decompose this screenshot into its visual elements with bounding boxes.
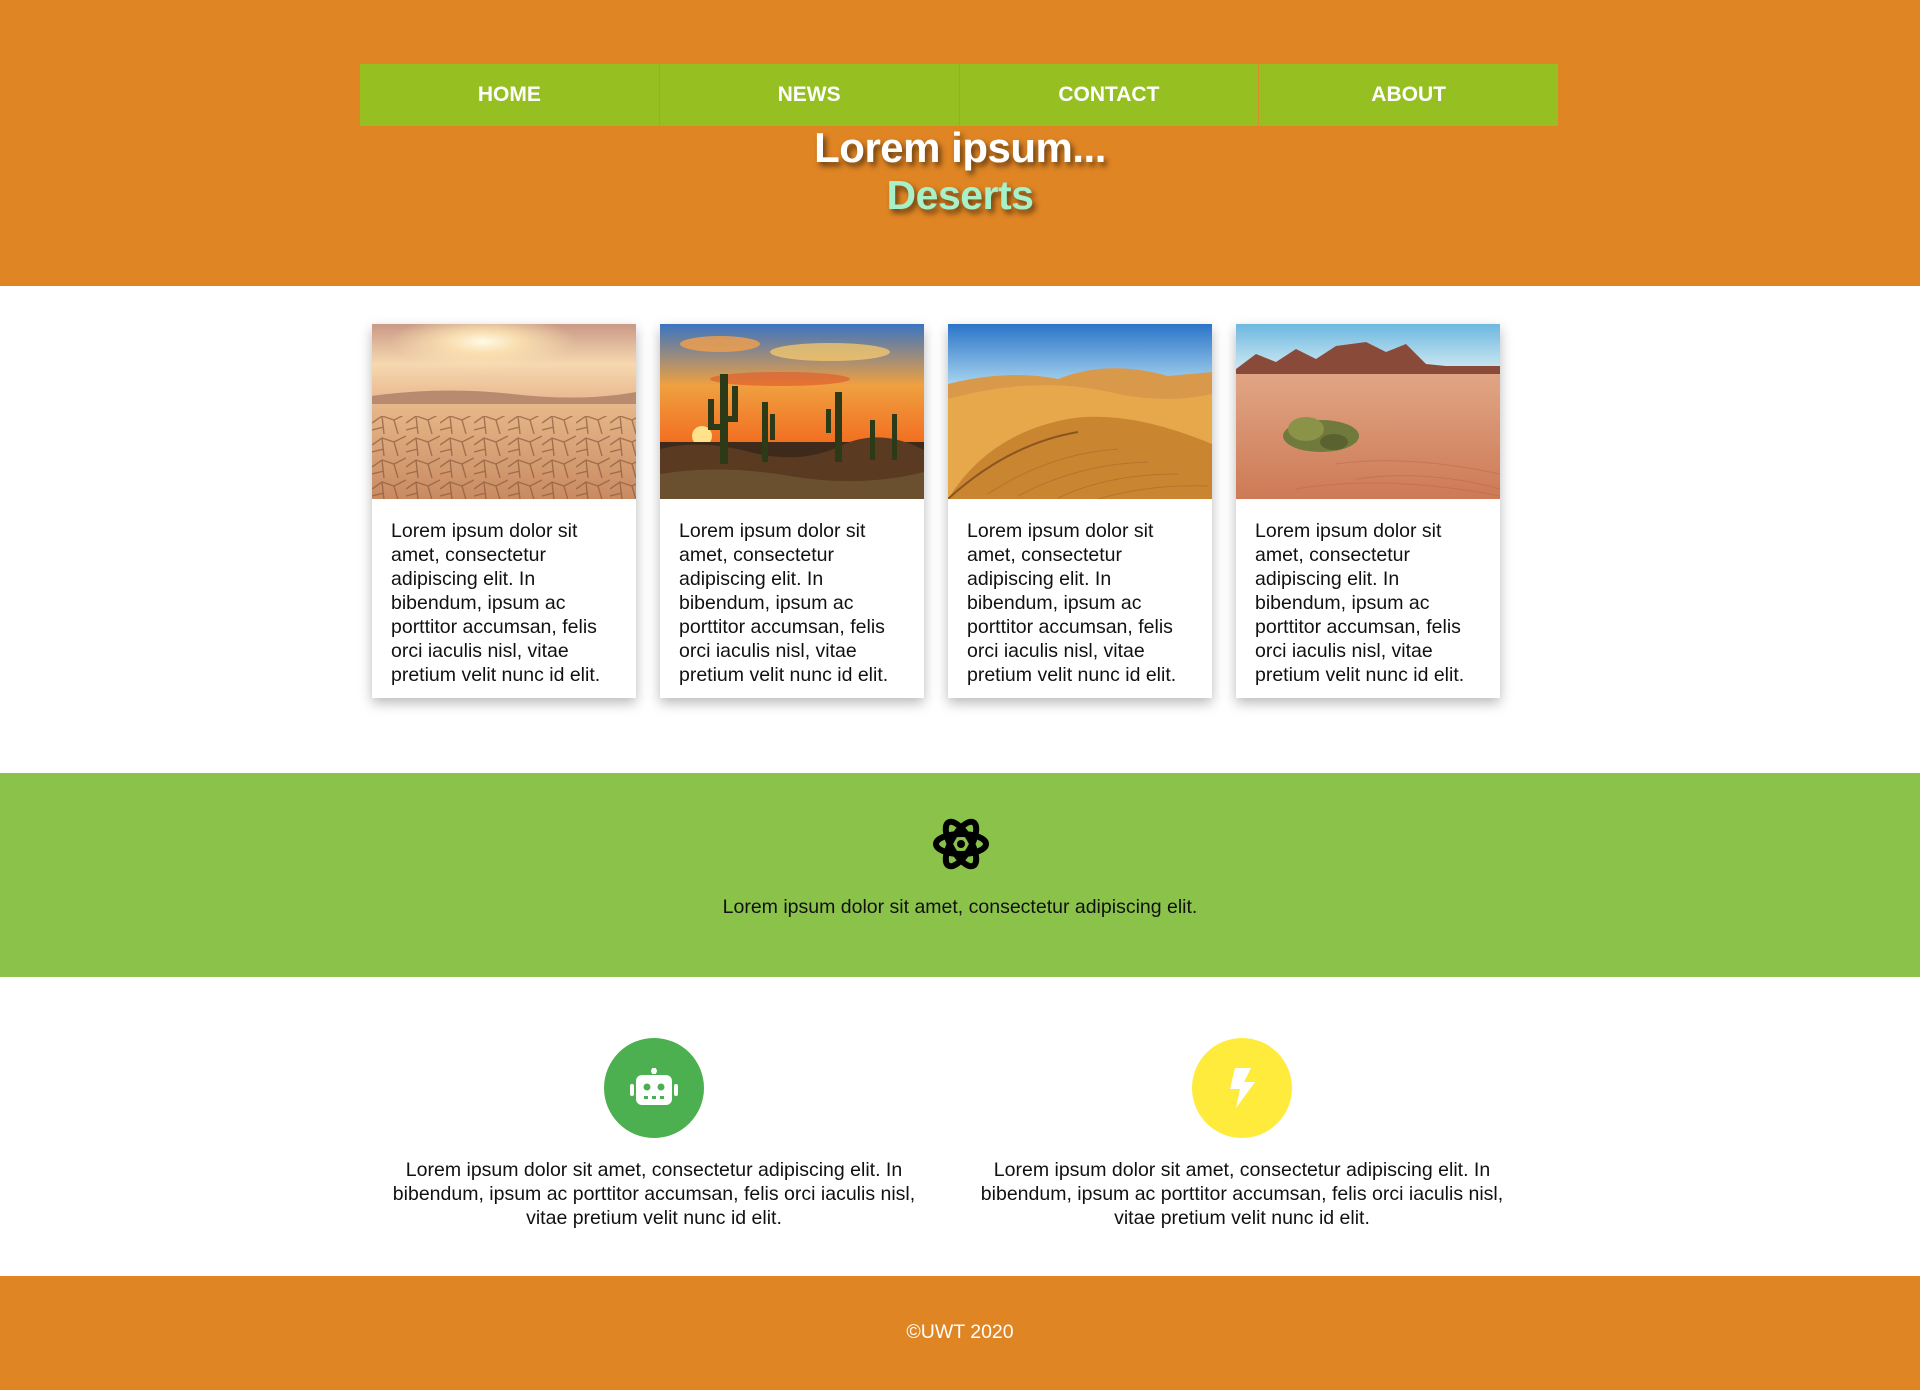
band-text: Lorem ipsum dolor sit amet, consectetur … — [722, 896, 1198, 918]
card-text: Lorem ipsum dolor sit amet, consectetur … — [391, 520, 601, 686]
cracked-desert-image — [372, 324, 636, 499]
sand-dunes-image — [948, 324, 1212, 499]
feature-band: Lorem ipsum dolor sit amet, consectetur … — [0, 773, 1920, 977]
card-text: Lorem ipsum dolor sit amet, consectetur … — [1255, 520, 1465, 686]
feature-text: Lorem ipsum dolor sit amet, consectetur … — [392, 1159, 916, 1229]
feature-lightning: Lorem ipsum dolor sit amet, consectetur … — [962, 1038, 1522, 1230]
card: Lorem ipsum dolor sit amet, consectetur … — [372, 324, 636, 698]
card-text: Lorem ipsum dolor sit amet, consectetur … — [679, 520, 889, 686]
card-grid: Lorem ipsum dolor sit amet, consectetur … — [372, 324, 1500, 699]
robot-icon-circle — [604, 1038, 704, 1138]
nav-item-news[interactable]: NEWS — [659, 64, 960, 126]
feature-text: Lorem ipsum dolor sit amet, consectetur … — [980, 1159, 1504, 1229]
nav-item-about[interactable]: ABOUT — [1259, 64, 1558, 126]
copyright-text: ©UWT 2020 — [906, 1321, 1014, 1343]
robot-icon — [630, 1068, 678, 1105]
card-text: Lorem ipsum dolor sit amet, consectetur … — [967, 520, 1177, 686]
hero-title: Lorem ipsum... — [814, 124, 1106, 171]
card: Lorem ipsum dolor sit amet, consectetur … — [1236, 324, 1500, 698]
site-header: HOME NEWS CONTACT ABOUT Lorem ipsum... D… — [0, 0, 1920, 286]
nav-item-contact[interactable]: CONTACT — [959, 64, 1260, 126]
site-footer: ©UWT 2020 — [0, 1276, 1920, 1390]
red-desert-image — [1236, 324, 1500, 499]
card: Lorem ipsum dolor sit amet, consectetur … — [660, 324, 924, 698]
main-nav: HOME NEWS CONTACT ABOUT — [360, 64, 1558, 126]
atom-icon — [933, 818, 989, 870]
feature-robot: Lorem ipsum dolor sit amet, consectetur … — [374, 1038, 934, 1230]
cactus-sunset-image — [660, 324, 924, 499]
nav-item-home[interactable]: HOME — [360, 64, 660, 126]
lightning-icon-circle — [1192, 1038, 1292, 1138]
hero-subtitle: Deserts — [886, 172, 1034, 218]
lightning-bolt-icon — [1230, 1068, 1255, 1108]
card: Lorem ipsum dolor sit amet, consectetur … — [948, 324, 1212, 698]
